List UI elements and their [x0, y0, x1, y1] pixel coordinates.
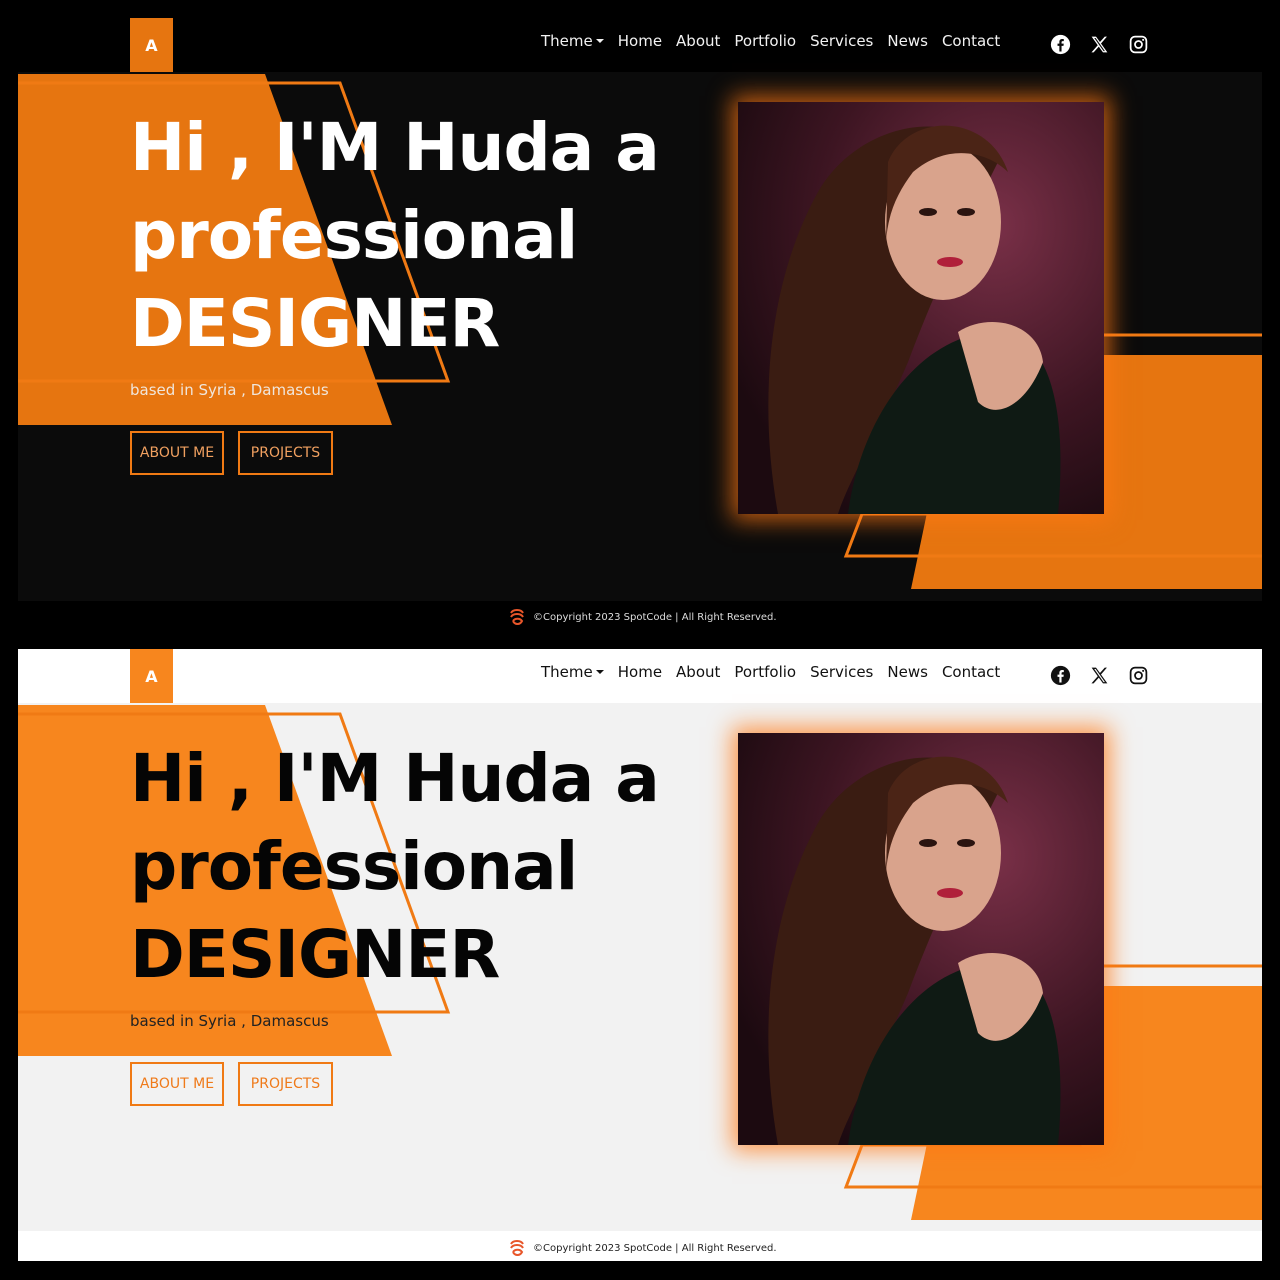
- nav-portfolio[interactable]: Portfolio: [734, 32, 796, 50]
- copyright-text: ©Copyright 2023 SpotCode | All Right Res…: [533, 1242, 777, 1254]
- spotcode-logo-icon: [507, 607, 527, 627]
- spotcode-logo-icon: [507, 1238, 527, 1258]
- footer: ©Copyright 2023 SpotCode | All Right Res…: [507, 607, 777, 627]
- copyright-text: ©Copyright 2023 SpotCode | All Right Res…: [533, 611, 777, 623]
- about-me-button[interactable]: ABOUT ME: [130, 1062, 224, 1106]
- projects-button[interactable]: PROJECTS: [238, 1062, 333, 1106]
- facebook-icon[interactable]: [1050, 34, 1071, 55]
- hero-subtitle: based in Syria , Damascus: [130, 381, 329, 399]
- hero-title: Hi , I'M Huda a professional DESIGNER: [130, 735, 690, 999]
- projects-button[interactable]: PROJECTS: [238, 431, 333, 475]
- nav-news[interactable]: News: [887, 32, 928, 50]
- nav-home[interactable]: Home: [618, 663, 662, 681]
- nav-about[interactable]: About: [676, 32, 720, 50]
- hero-title-line-1: Hi , I'M Huda a: [130, 740, 660, 817]
- nav-news[interactable]: News: [887, 663, 928, 681]
- nav-theme-label: Theme: [541, 32, 593, 50]
- dark-theme-preview: A Theme Home About Portfolio Services Ne…: [0, 0, 1280, 630]
- footer: ©Copyright 2023 SpotCode | All Right Res…: [507, 1238, 777, 1258]
- hero-title-line-1: Hi , I'M Huda a: [130, 109, 660, 186]
- hero-title: Hi , I'M Huda a professional DESIGNER: [130, 104, 690, 368]
- social-links: [1050, 34, 1149, 55]
- nav-contact[interactable]: Contact: [942, 663, 1000, 681]
- light-theme-preview: A Theme Home About Portfolio Services Ne…: [0, 631, 1280, 1261]
- instagram-icon[interactable]: [1128, 34, 1149, 55]
- nav-services[interactable]: Services: [810, 32, 873, 50]
- nav-links: Theme Home About Portfolio Services News…: [541, 32, 1000, 50]
- portrait-image: [738, 733, 1104, 1145]
- navbar: A Theme Home About Portfolio Services Ne…: [0, 18, 1280, 72]
- hero-title-line-3: DESIGNER: [130, 916, 500, 993]
- nav-home[interactable]: Home: [618, 32, 662, 50]
- nav-services[interactable]: Services: [810, 663, 873, 681]
- nav-theme-dropdown[interactable]: Theme: [541, 32, 604, 50]
- nav-portfolio[interactable]: Portfolio: [734, 663, 796, 681]
- facebook-icon[interactable]: [1050, 665, 1071, 686]
- nav-contact[interactable]: Contact: [942, 32, 1000, 50]
- social-links: [1050, 665, 1149, 686]
- brand-logo[interactable]: A: [130, 649, 173, 703]
- nav-theme-dropdown[interactable]: Theme: [541, 663, 604, 681]
- caret-down-icon: [595, 39, 604, 43]
- portrait-image: [738, 102, 1104, 514]
- about-me-button[interactable]: ABOUT ME: [130, 431, 224, 475]
- instagram-icon[interactable]: [1128, 665, 1149, 686]
- x-icon[interactable]: [1089, 665, 1110, 686]
- brand-logo[interactable]: A: [130, 18, 173, 72]
- x-icon[interactable]: [1089, 34, 1110, 55]
- nav-links: Theme Home About Portfolio Services News…: [541, 663, 1000, 681]
- hero-title-line-2: professional: [130, 828, 578, 905]
- hero-title-line-2: professional: [130, 197, 578, 274]
- nav-about[interactable]: About: [676, 663, 720, 681]
- caret-down-icon: [595, 670, 604, 674]
- hero-title-line-3: DESIGNER: [130, 285, 500, 362]
- navbar: A Theme Home About Portfolio Services Ne…: [0, 649, 1280, 703]
- nav-theme-label: Theme: [541, 663, 593, 681]
- hero-subtitle: based in Syria , Damascus: [130, 1012, 329, 1030]
